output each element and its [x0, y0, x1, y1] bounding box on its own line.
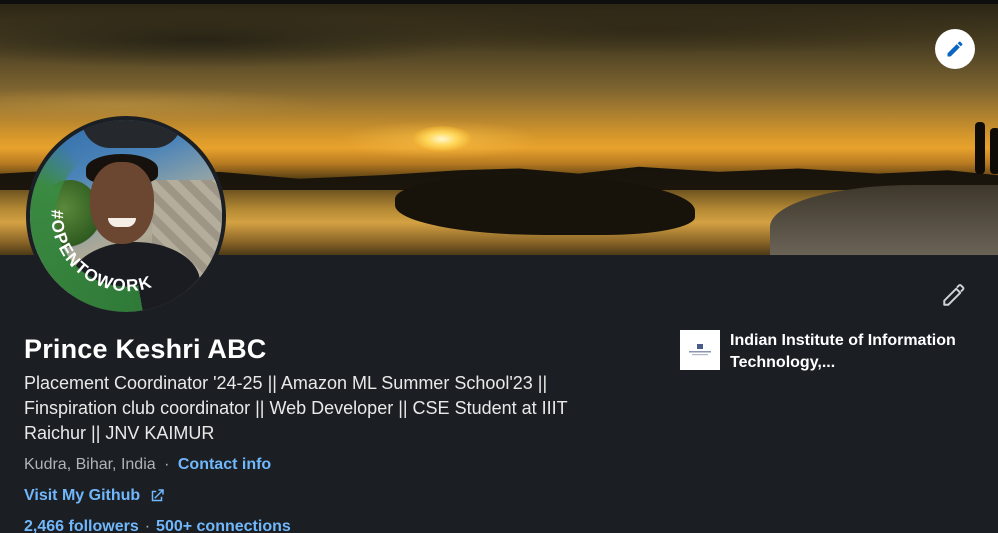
- school-name: Indian Institute of Information Technolo…: [730, 332, 956, 371]
- edit-intro-button[interactable]: [934, 275, 974, 315]
- followers-link[interactable]: 2,466 followers: [24, 518, 139, 533]
- profile-name: Prince Keshri ABC: [24, 334, 267, 364]
- edit-cover-button[interactable]: [935, 29, 975, 69]
- open-to-work-label: #OPENTOWORK: [47, 210, 153, 296]
- school-logo-mark: [689, 344, 711, 356]
- avatar: #OPENTOWORK: [30, 120, 222, 312]
- pencil-icon: [943, 284, 965, 306]
- separator: ·: [164, 456, 170, 473]
- network-stats: 2,466 followers · 500+ connections: [24, 518, 291, 533]
- separator: ·: [144, 518, 151, 533]
- svg-text:#OPENTOWORK: #OPENTOWORK: [47, 210, 154, 296]
- website-link[interactable]: Visit My Github: [24, 487, 166, 505]
- website-label: Visit My Github: [24, 487, 141, 504]
- contact-info-link[interactable]: Contact info: [178, 456, 271, 473]
- connections-link[interactable]: 500+ connections: [156, 518, 291, 533]
- profile-headline: Placement Coordinator '24-25 || Amazon M…: [24, 373, 568, 443]
- external-link-icon: [151, 489, 164, 502]
- profile-photo[interactable]: #OPENTOWORK: [26, 116, 226, 316]
- location-text: Kudra, Bihar, India: [24, 456, 156, 473]
- school-logo: [680, 330, 720, 370]
- pencil-icon: [947, 41, 963, 57]
- open-to-work-badge: #OPENTOWORK: [47, 210, 154, 296]
- profile-card: #OPENTOWORK Prince Keshri ABC Placement …: [0, 0, 998, 533]
- location-line: Kudra, Bihar, India · Contact info: [24, 456, 271, 474]
- education-entry[interactable]: Indian Institute of Information Technolo…: [680, 330, 960, 374]
